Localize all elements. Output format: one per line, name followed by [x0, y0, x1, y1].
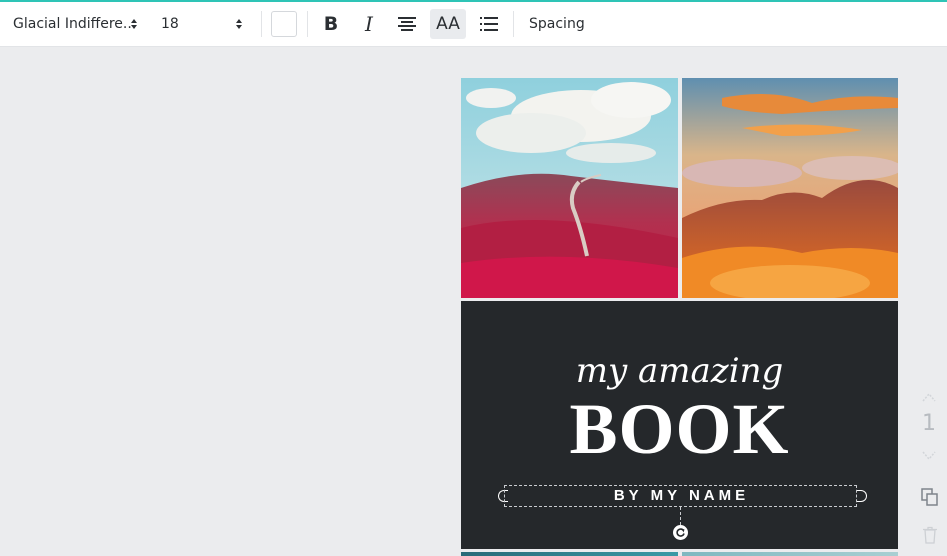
- italic-button[interactable]: I: [351, 9, 387, 39]
- font-size-select[interactable]: 18: [161, 15, 179, 33]
- font-size-chevron-icon[interactable]: [236, 18, 242, 30]
- red-hills-photo[interactable]: [461, 78, 678, 298]
- next-photo-strip: [682, 552, 898, 556]
- text-toolbar: Glacial Indiffere... 18 B I AA Spacing: [0, 2, 947, 47]
- toolbar-divider: [261, 11, 262, 37]
- rotate-connector: [680, 507, 681, 525]
- toolbar-divider: [307, 11, 308, 37]
- toolbar-divider: [513, 11, 514, 37]
- align-center-icon: [398, 17, 416, 31]
- bold-icon: B: [323, 13, 339, 35]
- bold-button[interactable]: B: [313, 9, 349, 39]
- spacing-button[interactable]: Spacing: [529, 16, 585, 32]
- uppercase-button[interactable]: AA: [430, 9, 466, 39]
- font-family-chevron-icon[interactable]: [131, 18, 137, 30]
- delete-page-icon[interactable]: [922, 526, 938, 544]
- rotate-handle-icon[interactable]: [673, 525, 688, 540]
- next-photo-strip: [461, 552, 678, 556]
- uppercase-label: AA: [436, 14, 460, 34]
- font-family-select[interactable]: Glacial Indiffere...: [13, 15, 136, 33]
- italic-icon: I: [365, 12, 373, 36]
- resize-handle-right-icon[interactable]: [857, 490, 867, 502]
- cover-title[interactable]: BOOK: [461, 389, 898, 469]
- list-button[interactable]: [471, 9, 507, 39]
- sunset-mountains-photo[interactable]: [682, 78, 898, 298]
- text-color-swatch[interactable]: [271, 11, 297, 37]
- align-button[interactable]: [389, 9, 425, 39]
- cover-byline[interactable]: BY MY NAME: [505, 487, 858, 504]
- cover-subtitle[interactable]: my amazing: [461, 351, 898, 391]
- duplicate-page-icon[interactable]: [920, 487, 940, 507]
- page-up-icon[interactable]: [922, 392, 936, 402]
- page-number: 1: [922, 411, 936, 436]
- book-cover-panel[interactable]: my amazing BOOK BY MY NAME: [461, 301, 898, 549]
- selected-text-box[interactable]: BY MY NAME: [504, 485, 857, 507]
- list-icon: [480, 17, 498, 31]
- page-down-icon[interactable]: [922, 451, 936, 461]
